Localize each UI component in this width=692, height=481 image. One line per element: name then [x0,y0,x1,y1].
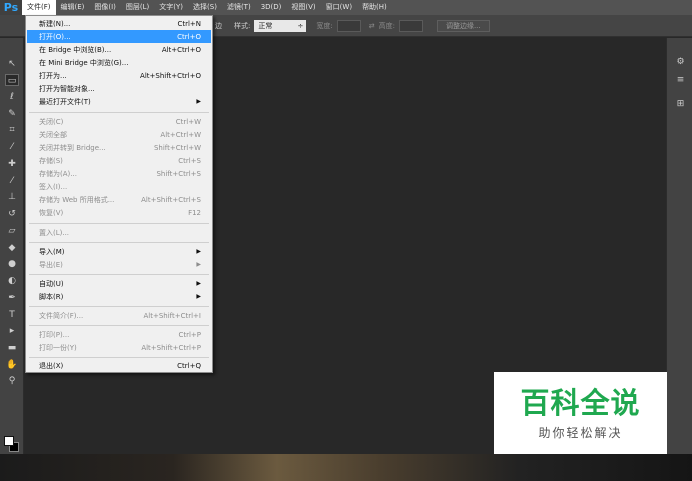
history-brush-tool-icon[interactable]: ↺ [5,208,19,220]
style-select[interactable]: 正常 [254,19,307,32]
menu-item-open[interactable]: 打开(O)... Ctrl+O [27,30,211,43]
width-field[interactable] [336,19,361,32]
menu-item-close-all: 关闭全部 Alt+Ctrl+W [39,130,201,139]
menu-item-print-one-copy: 打印一份(Y) Alt+Shift+Ctrl+P [39,343,201,352]
menu-separator [29,274,209,275]
menu-3d[interactable]: 3D(D) [256,0,287,15]
height-field[interactable] [398,19,423,32]
swap-icon[interactable]: ⇄ [369,22,375,30]
file-menu-dropdown: 新建(N)... Ctrl+N 打开(O)... Ctrl+O 在 Bridge 中… [25,15,213,373]
width-label: 宽度: [316,21,333,30]
menu-item-save: 存储(S) Ctrl+S [39,156,201,165]
watermark-subtitle: 助你轻松解决 [538,425,623,440]
menu-layer[interactable]: 图层(L) [121,0,154,15]
stamp-tool-icon[interactable]: ⊥ [5,191,19,203]
menu-item-revert: 恢复(V) F12 [39,208,201,217]
menu-item-exit[interactable]: 退出(X) Ctrl+Q [27,359,211,372]
eyedropper-tool-icon[interactable]: ⁄ [5,141,19,153]
menu-item-browse-bridge[interactable]: 在 Bridge 中浏览(B)... Alt+Ctrl+O [27,43,211,56]
menu-separator [29,223,209,224]
menu-item-export: 导出(E) ▶ [39,260,201,269]
panel-list-icon[interactable]: ≡ [674,74,687,86]
move-tool-icon[interactable]: ↖ [5,58,19,70]
watermark-logo: 百科全说 助你轻松解决 [494,372,667,454]
marquee-tool-icon[interactable]: ▭ [5,74,19,86]
menu-item-close-go-bridge: 关闭并转到 Bridge... Shift+Ctrl+W [39,143,201,152]
menu-item-check-in: 签入(I)... [39,182,68,191]
submenu-arrow-icon: ▶ [196,248,201,255]
menu-item-save-as: 存储为(A)... Shift+Ctrl+S [39,169,201,178]
submenu-arrow-icon: ▶ [196,98,201,105]
eraser-tool-icon[interactable]: ▱ [5,225,19,237]
menu-item-scripts[interactable]: 脚本(R) ▶ [27,290,211,303]
menu-separator [29,306,209,307]
menu-view[interactable]: 视图(V) [286,0,320,15]
menu-image[interactable]: 图像(I) [89,0,121,15]
panel-grid-icon[interactable]: ⊞ [674,98,687,110]
blur-tool-icon[interactable]: ● [5,258,19,270]
quick-select-tool-icon[interactable]: ✎ [5,108,19,120]
brush-tool-icon[interactable]: ⁄ [5,175,19,187]
submenu-arrow-icon: ▶ [196,293,201,300]
hand-tool-icon[interactable]: ✋ [5,359,19,371]
menu-item-open-smart-object[interactable]: 打开为智能对象... [27,82,211,95]
watermark-title: 百科全说 [520,385,641,420]
menu-item-open-as[interactable]: 打开为... Alt+Shift+Ctrl+O [27,69,211,82]
tools-panel: ↖ ▭ ℓ ✎ ⌗ ⁄ ✚ ⁄ ⊥ ↺ ▱ ◆ ● ◐ ✒ T ▸ ▬ ✋ ⚲ [0,38,24,454]
type-tool-icon[interactable]: T [5,309,19,321]
options-partial-label: 边 [215,21,222,30]
menu-item-file-info: 文件简介(F)... Alt+Shift+Ctrl+I [39,311,201,320]
submenu-arrow-icon: ▶ [196,280,201,287]
refine-edge-button[interactable]: 调整边缘... [436,19,490,32]
photoshop-logo: Ps [0,0,22,15]
lasso-tool-icon[interactable]: ℓ [5,91,19,103]
menu-select[interactable]: 选择(S) [188,0,222,15]
desktop-taskbar [0,454,692,481]
crop-tool-icon[interactable]: ⌗ [5,124,19,136]
menu-bar: Ps 文件(F) 编辑(E) 图像(I) 图层(L) 文字(Y) 选择(S) 滤… [0,0,692,15]
path-select-tool-icon[interactable]: ▸ [5,325,19,337]
healing-tool-icon[interactable]: ✚ [5,158,19,170]
menu-edit[interactable]: 编辑(E) [56,0,90,15]
menu-filter[interactable]: 滤镜(T) [222,0,256,15]
menu-item-recent-files[interactable]: 最近打开文件(T) ▶ [27,95,211,108]
bucket-tool-icon[interactable]: ◆ [5,242,19,254]
menu-item-automate[interactable]: 自动(U) ▶ [27,277,211,290]
menu-item-close: 关闭(C) Ctrl+W [39,117,201,126]
zoom-tool-icon[interactable]: ⚲ [5,375,19,387]
menu-type[interactable]: 文字(Y) [154,0,188,15]
menu-file[interactable]: 文件(F) [22,0,56,15]
menu-item-browse-mini-bridge[interactable]: 在 Mini Bridge 中浏览(G)... [27,56,211,69]
menu-help[interactable]: 帮助(H) [357,0,392,15]
dodge-tool-icon[interactable]: ◐ [5,275,19,287]
panel-settings-icon[interactable]: ⚙ [674,56,687,68]
menu-item-save-for-web: 存储为 Web 所用格式... Alt+Shift+Ctrl+S [39,195,201,204]
menu-item-place: 置入(L)... [39,228,70,237]
menu-separator [29,325,209,326]
shape-tool-icon[interactable]: ▬ [5,342,19,354]
menu-item-print: 打印(P)... Ctrl+P [39,330,201,339]
menu-window[interactable]: 窗口(W) [321,0,357,15]
foreground-color-swatch[interactable] [4,436,14,446]
menu-item-new[interactable]: 新建(N)... Ctrl+N [27,17,211,30]
right-panel-dock: ⚙ ≡ ⊞ [666,38,692,454]
menu-separator [29,242,209,243]
height-label: 高度: [378,21,395,30]
submenu-arrow-icon: ▶ [196,261,201,268]
pen-tool-icon[interactable]: ✒ [5,292,19,304]
style-label: 样式: [234,21,251,30]
menu-item-import[interactable]: 导入(M) ▶ [27,245,211,258]
menu-separator [29,357,209,358]
menu-separator [29,112,209,113]
